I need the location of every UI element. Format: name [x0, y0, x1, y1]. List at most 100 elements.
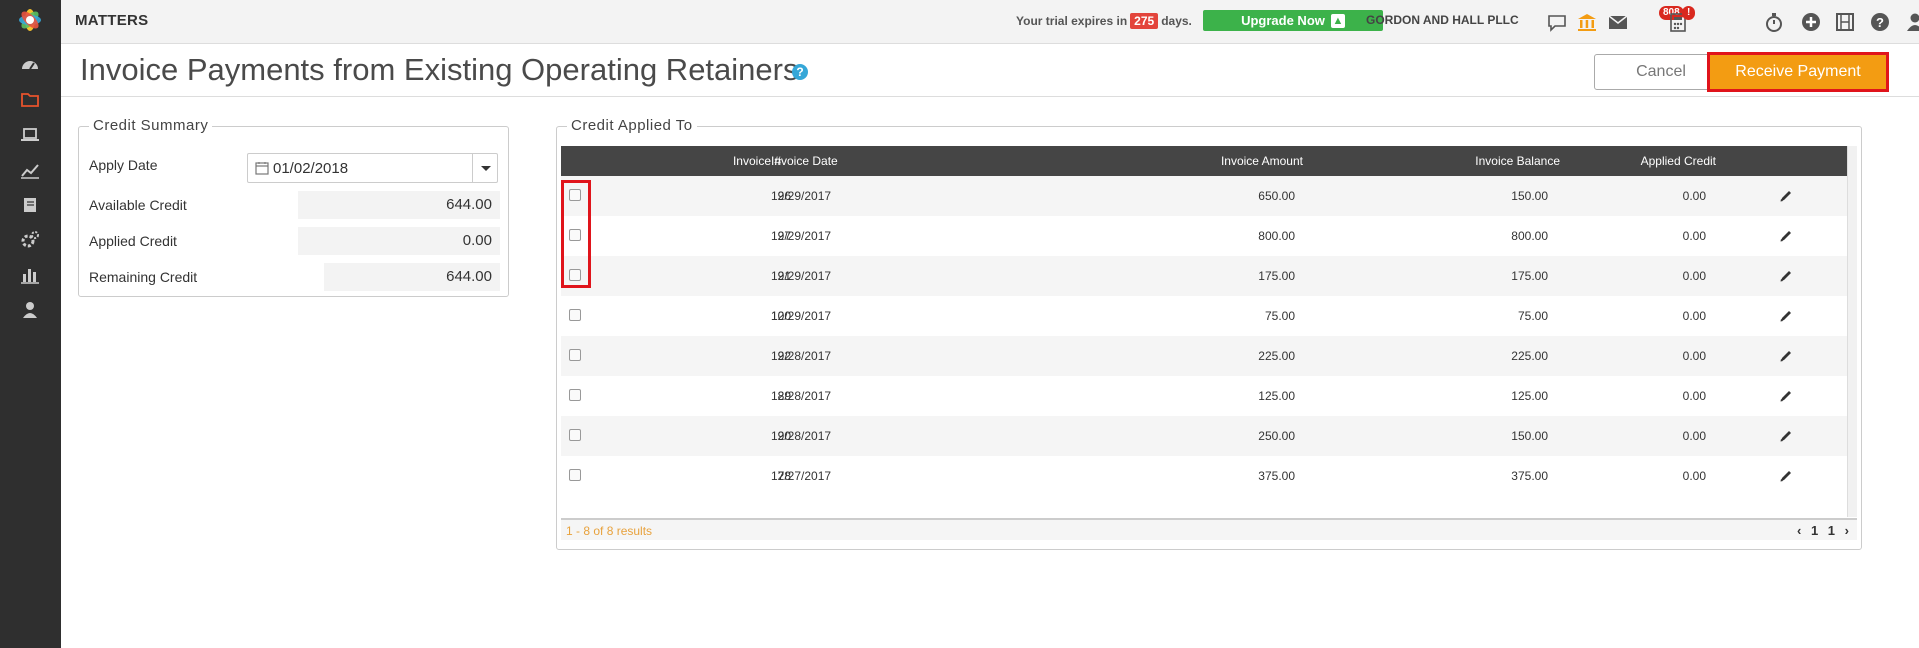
edit-pencil-icon[interactable] [1778, 268, 1794, 284]
cell-invoice-balance: 150.00 [1511, 429, 1548, 443]
cell-applied-credit: 0.00 [1682, 189, 1706, 203]
pager-first[interactable]: 1 [1811, 523, 1818, 538]
page-title: Invoice Payments from Existing Operating… [80, 52, 799, 87]
col-applied-credit[interactable]: Applied Credit [1641, 154, 1716, 168]
pager: ‹ 1 1 › [1791, 523, 1849, 538]
matters-folder-icon[interactable] [19, 89, 41, 111]
edit-pencil-icon[interactable] [1778, 348, 1794, 364]
cell-invoice-balance: 375.00 [1511, 469, 1548, 483]
table-row[interactable]: 92 12/28/2017 225.00 225.00 0.00 [561, 336, 1847, 376]
col-invoice-amount[interactable]: Invoice Amount [1221, 154, 1303, 168]
account-user-icon[interactable] [1903, 10, 1919, 34]
cell-invoice-date: 12/29/2017 [771, 309, 832, 323]
edit-pencil-icon[interactable] [1778, 428, 1794, 444]
receive-payment-button[interactable]: Receive Payment [1707, 52, 1889, 92]
col-invoice-date[interactable]: Invoice Date [771, 154, 838, 168]
book-icon[interactable] [19, 194, 41, 216]
row-checkbox[interactable] [569, 309, 581, 321]
cell-invoice-date: 12/29/2017 [771, 269, 832, 283]
pager-current[interactable]: 1 [1828, 523, 1835, 538]
cell-invoice-date: 12/29/2017 [771, 189, 832, 203]
mail-icon[interactable] [1606, 10, 1630, 34]
pager-prev-icon[interactable]: ‹ [1797, 523, 1801, 538]
edit-pencil-icon[interactable] [1778, 308, 1794, 324]
cell-applied-credit: 0.00 [1682, 349, 1706, 363]
cell-invoice-amount: 650.00 [1258, 189, 1295, 203]
invoice-grid: Invoice # Invoice Date Invoice Amount In… [561, 146, 1857, 540]
edit-pencil-icon[interactable] [1778, 468, 1794, 484]
row-checkbox[interactable] [569, 429, 581, 441]
left-sidebar [0, 0, 61, 648]
apply-date-label: Apply Date [89, 157, 158, 173]
cell-invoice-balance: 800.00 [1511, 229, 1548, 243]
grid-footer: 1 - 8 of 8 results ‹ 1 1 › [561, 518, 1857, 540]
cell-invoice-balance: 75.00 [1517, 309, 1548, 323]
arrow-up-icon: ▲ [1330, 13, 1345, 28]
chat-bubble-icon[interactable] [1545, 10, 1569, 34]
dashboard-icon[interactable] [19, 54, 41, 76]
cell-invoice-date: 12/28/2017 [771, 429, 832, 443]
top-bar: MATTERS Your trial expires in 275 days. Up… [61, 0, 1919, 44]
add-plus-icon[interactable] [1799, 10, 1823, 34]
table-row[interactable]: 90 12/28/2017 250.00 150.00 0.00 [561, 416, 1847, 456]
film-icon[interactable] [1833, 10, 1857, 34]
cell-invoice-date: 12/27/2017 [771, 469, 832, 483]
available-credit-label: Available Credit [89, 197, 187, 213]
row-checkbox[interactable] [569, 389, 581, 401]
firm-name: GORDON AND HALL PLLC [1366, 13, 1519, 27]
cell-applied-credit: 0.00 [1682, 389, 1706, 403]
pager-next-icon[interactable]: › [1845, 523, 1849, 538]
cell-invoice-date: 12/28/2017 [771, 349, 832, 363]
table-row[interactable]: 78 12/27/2017 375.00 375.00 0.00 [561, 456, 1847, 496]
row-checkbox[interactable] [569, 349, 581, 361]
table-row[interactable]: 96 12/29/2017 650.00 150.00 0.00 [561, 176, 1847, 216]
settings-gears-icon[interactable] [19, 229, 41, 251]
app-logo-icon[interactable] [13, 3, 47, 37]
applied-credit-label: Applied Credit [89, 233, 177, 249]
remaining-credit-value: 644.00 [324, 263, 500, 291]
cell-invoice-amount: 125.00 [1258, 389, 1295, 403]
table-row[interactable]: 100 12/29/2017 75.00 75.00 0.00 [561, 296, 1847, 336]
apply-date-picker[interactable]: 01/02/2018 [247, 153, 498, 183]
edit-pencil-icon[interactable] [1778, 228, 1794, 244]
table-row[interactable]: 91 12/29/2017 175.00 175.00 0.00 [561, 256, 1847, 296]
cell-invoice-date: 12/28/2017 [771, 389, 832, 403]
reports-bar-icon[interactable] [19, 264, 41, 286]
trial-notice: Your trial expires in 275 days. [1016, 13, 1192, 29]
available-credit-value: 644.00 [298, 191, 500, 219]
cell-invoice-balance: 125.00 [1511, 389, 1548, 403]
grid-scrollbar[interactable] [1847, 146, 1857, 517]
cell-invoice-amount: 175.00 [1258, 269, 1295, 283]
grid-header: Invoice # Invoice Date Invoice Amount In… [561, 146, 1847, 176]
upgrade-now-button[interactable]: Upgrade Now ▲ [1203, 10, 1383, 31]
chevron-down-icon[interactable] [472, 154, 497, 182]
cell-invoice-amount: 800.00 [1258, 229, 1295, 243]
cell-invoice-balance: 225.00 [1511, 349, 1548, 363]
user-icon[interactable] [19, 299, 41, 321]
help-question-icon[interactable]: ? [1868, 10, 1892, 34]
laptop-icon[interactable] [19, 124, 41, 146]
checkbox-highlight-box [561, 180, 591, 288]
results-count: 1 - 8 of 8 results [566, 524, 653, 538]
bank-icon[interactable] [1575, 10, 1599, 34]
header-divider [61, 96, 1919, 97]
table-row[interactable]: 97 12/29/2017 800.00 800.00 0.00 [561, 216, 1847, 256]
edit-pencil-icon[interactable] [1778, 188, 1794, 204]
stopwatch-icon[interactable] [1762, 10, 1786, 34]
credit-applied-legend: Credit Applied To [567, 117, 697, 134]
trial-suffix: days. [1161, 14, 1192, 28]
edit-pencil-icon[interactable] [1778, 388, 1794, 404]
table-row[interactable]: 89 12/28/2017 125.00 125.00 0.00 [561, 376, 1847, 416]
applied-credit-value: 0.00 [298, 227, 500, 255]
chart-line-icon[interactable] [19, 159, 41, 181]
credit-summary-legend: Credit Summary [89, 117, 213, 134]
cell-invoice-amount: 75.00 [1264, 309, 1295, 323]
row-checkbox[interactable] [569, 469, 581, 481]
col-invoice-balance[interactable]: Invoice Balance [1475, 154, 1560, 168]
cell-invoice-amount: 375.00 [1258, 469, 1295, 483]
cell-applied-credit: 0.00 [1682, 229, 1706, 243]
cell-applied-credit: 0.00 [1682, 469, 1706, 483]
help-icon[interactable]: ? [792, 64, 808, 80]
apply-date-value: 01/02/2018 [273, 160, 349, 177]
cell-invoice-amount: 250.00 [1258, 429, 1295, 443]
